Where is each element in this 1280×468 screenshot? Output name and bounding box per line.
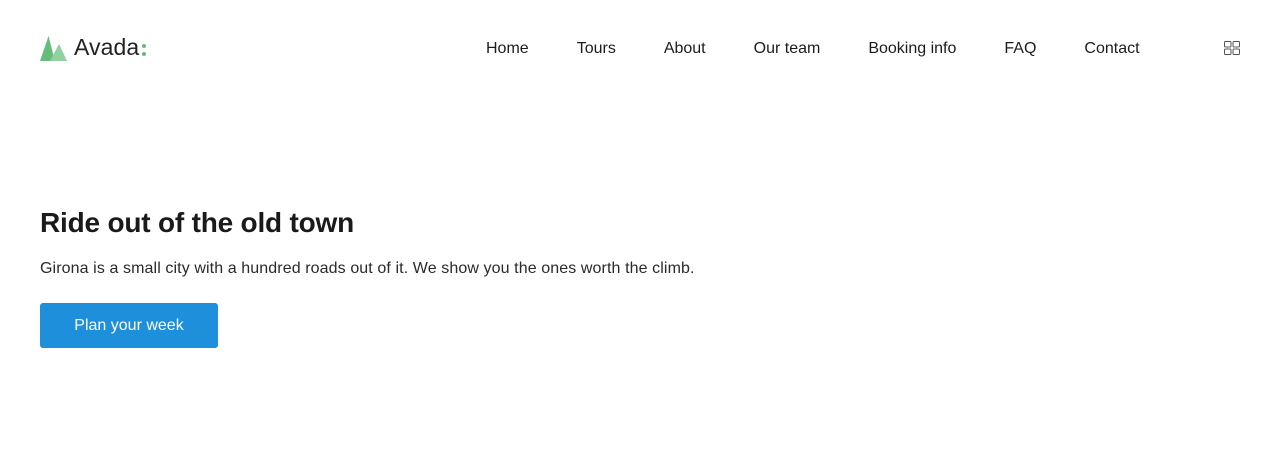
site-logo[interactable]: Avada: [40, 32, 147, 62]
nav-item-our-team[interactable]: Our team: [754, 37, 821, 61]
main-navigation: Home Tours About Our team Booking info F…: [486, 37, 1140, 61]
brand-colon-mark: [142, 44, 147, 56]
mountain-peaks-icon: [40, 35, 67, 61]
nav-item-faq[interactable]: FAQ: [1004, 37, 1036, 61]
nav-item-home[interactable]: Home: [486, 37, 529, 61]
grid-menu-icon[interactable]: [1224, 41, 1240, 55]
nav-item-about[interactable]: About: [664, 37, 706, 61]
hero-section: Ride out of the old town Girona is a sma…: [40, 205, 1140, 281]
brand-name: Avada: [74, 34, 140, 60]
site-header: Avada Home Tours About Our team Booking …: [0, 0, 1280, 98]
plan-your-week-button[interactable]: Plan your week: [40, 303, 218, 348]
hero-subtitle: Girona is a small city with a hundred ro…: [40, 260, 695, 277]
nav-item-booking-info[interactable]: Booking info: [868, 37, 956, 61]
nav-item-tours[interactable]: Tours: [577, 37, 616, 61]
hero-title: Ride out of the old town: [40, 207, 355, 238]
nav-item-contact[interactable]: Contact: [1084, 37, 1139, 61]
